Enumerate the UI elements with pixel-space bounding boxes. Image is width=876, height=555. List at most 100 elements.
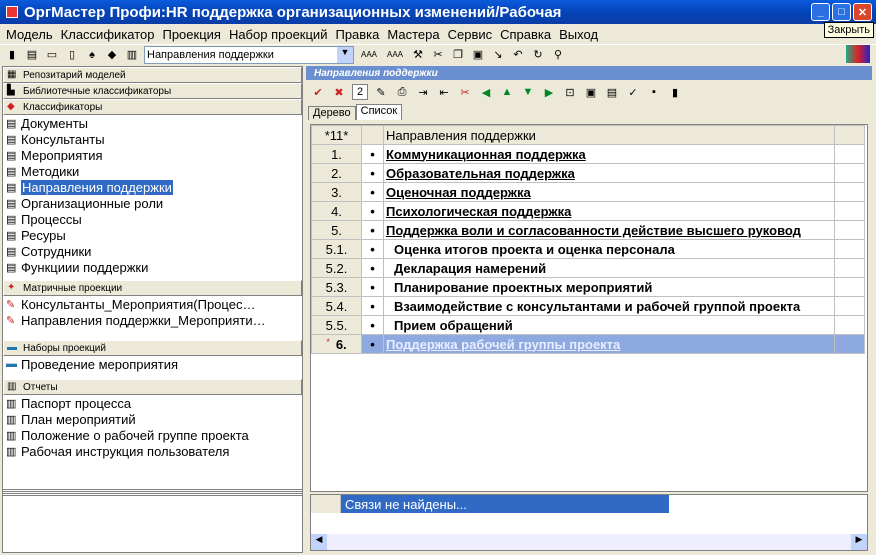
table-row[interactable]: 5.1. • Оценка итогов проекта и оценка перс… [311, 239, 865, 259]
link-icon[interactable]: ↘ [490, 47, 506, 63]
indent-icon[interactable]: ⇥ [415, 84, 431, 100]
menu-projection-set[interactable]: Набор проекций [227, 27, 334, 42]
table-row[interactable]: 4. • Психологическая поддержка [311, 201, 865, 221]
spellcheck-icon[interactable]: ✓ [625, 84, 641, 100]
cut-row-icon[interactable]: ✂ [457, 84, 473, 100]
redo-icon[interactable]: ↻ [530, 47, 546, 63]
classifier-support-functions[interactable]: ▤ Функциии поддержки [3, 259, 302, 275]
classifier-methods[interactable]: ▤ Методики [3, 163, 302, 179]
tree-icon[interactable]: ♠ [84, 47, 100, 63]
print-icon[interactable]: ⎙ [394, 84, 410, 100]
save-icon[interactable]: ▪ [646, 84, 662, 100]
cut-icon[interactable]: ✂ [430, 47, 446, 63]
scroll-right-icon[interactable]: ▶ [851, 534, 867, 550]
menu-model[interactable]: Модель [4, 27, 59, 42]
menu-projection[interactable]: Проекция [160, 27, 226, 42]
reports-icon: ▥ [7, 381, 17, 392]
section-reports[interactable]: ▥ Отчеты [3, 379, 302, 395]
outdent-icon[interactable]: ⇤ [436, 84, 452, 100]
classifier-support-directions[interactable]: ▤ Направления поддержки [3, 179, 302, 195]
matrix-item-icon: ✎ [6, 298, 16, 311]
menu-edit[interactable]: Правка [333, 27, 385, 42]
report-item[interactable]: ▥ План мероприятий [3, 411, 302, 427]
section-projection-sets[interactable]: ▬ Наборы проекций [3, 340, 302, 356]
menu-wizards[interactable]: Мастера [385, 27, 445, 42]
close-button[interactable]: ✕ [853, 3, 872, 21]
scroll-left-icon[interactable]: ◀ [311, 534, 327, 550]
notebook-icon[interactable]: ▮ [4, 47, 20, 63]
projection-set-icon: ▬ [6, 358, 17, 370]
diamond-icon[interactable]: ◆ [104, 47, 120, 63]
page-icon[interactable]: ▯ [64, 47, 80, 63]
table-row[interactable]: 1. • Коммуникационная поддержка [311, 144, 865, 164]
arrow-right-icon[interactable]: ▶ [541, 84, 557, 100]
arrow-up-icon[interactable]: ▲ [499, 84, 515, 100]
arrow-down-icon[interactable]: ▼ [520, 84, 536, 100]
tools-icon[interactable]: ⚒ [410, 47, 426, 63]
section-repository[interactable]: ▦ Репозитарий моделей [3, 67, 302, 83]
report-item[interactable]: ▥ Положение о рабочей группе проекта [3, 427, 302, 443]
report-icon: ▥ [6, 413, 17, 426]
undo-icon[interactable]: ↶ [510, 47, 526, 63]
classifier-org-roles[interactable]: ▤ Организационные роли [3, 195, 302, 211]
delete-icon[interactable]: ✖ [331, 84, 347, 100]
copy-icon[interactable]: ❐ [450, 47, 466, 63]
minimize-button[interactable]: _ [811, 3, 830, 21]
table-row[interactable]: 5. • Поддержка воли и согласованности дейс… [311, 220, 865, 240]
font-increase-icon[interactable]: AAA [358, 47, 380, 63]
pages-icon[interactable]: ▥ [124, 47, 140, 63]
matrix-item[interactable]: ✎ Направления поддержки_Мероприяти… [3, 312, 302, 328]
report-item[interactable]: ▥ Паспорт процесса [3, 395, 302, 411]
classifier-combo[interactable]: Направления поддержки ▼ [144, 45, 354, 64]
preview-icon[interactable]: ⊡ [562, 84, 578, 100]
window-icon[interactable]: ▤ [24, 47, 40, 63]
classifier-processes[interactable]: ▤ Процессы [3, 211, 302, 227]
notebook-icon[interactable]: ▮ [667, 84, 683, 100]
table-row[interactable]: 2. • Образовательная поддержка [311, 163, 865, 183]
section-matrix[interactable]: ✦ Матричные проекции [3, 280, 302, 296]
table-row[interactable]: 5.3. • Планирование проектных мероприятий [311, 277, 865, 297]
report-item[interactable]: ▥ Рабочая инструкция пользователя [3, 443, 302, 459]
folder-icon[interactable]: ▭ [44, 47, 60, 63]
document-icon: ▤ [6, 181, 17, 194]
projection-set-item[interactable]: ▬ Проведение мероприятия [3, 356, 302, 372]
classifier-resources[interactable]: ▤ Ресуры [3, 227, 302, 243]
horizontal-scrollbar[interactable]: ◀ ▶ [311, 534, 867, 550]
tab-list[interactable]: Список [355, 104, 403, 120]
menu-classifier[interactable]: Классификатор [59, 27, 161, 42]
menu-help[interactable]: Справка [498, 27, 557, 42]
document-icon: ▤ [6, 229, 17, 242]
tab-tree[interactable]: Дерево [308, 106, 356, 120]
check-icon[interactable]: ✔ [310, 84, 326, 100]
matrix-item[interactable]: ✎ Консультанты_Мероприятия(Процес… [3, 296, 302, 312]
classifier-documents[interactable]: ▤ Документы [3, 115, 302, 131]
zoom-level[interactable]: 2 [352, 84, 368, 100]
export-icon[interactable]: ▣ [583, 84, 599, 100]
menu-exit[interactable]: Выход [557, 27, 604, 42]
window-title: ОргМастер Профи:HR поддержка организацио… [24, 3, 562, 21]
paste-icon[interactable]: ▣ [470, 47, 486, 63]
classifier-events[interactable]: ▤ Мероприятия [3, 147, 302, 163]
column-header[interactable]: Направления поддержки [383, 125, 835, 145]
model-navigator: ▦ Репозитарий моделей ▙ Библиотечные класс… [2, 66, 303, 553]
table-row[interactable]: 5.4. • Взаимодействие с консультантами и р… [311, 296, 865, 316]
chevron-down-icon[interactable]: ▼ [337, 46, 353, 63]
section-library[interactable]: ▙ Библиотечные классификаторы [3, 83, 302, 99]
table-row[interactable]: 5.2. • Декларация намерений [311, 258, 865, 278]
table-row[interactable]: 5.5. • Прием обращений [311, 315, 865, 335]
binoculars-icon[interactable]: ⚲ [550, 47, 566, 63]
arrow-left-icon[interactable]: ◀ [478, 84, 494, 100]
maximize-button[interactable]: □ [832, 3, 851, 21]
import-icon[interactable]: ▤ [604, 84, 620, 100]
edit-icon[interactable]: ✎ [373, 84, 389, 100]
table-row[interactable]: 3. • Оценочная поддержка [311, 182, 865, 202]
classifier-grid[interactable]: *11* Направления поддержки 1. • Коммуникац… [310, 124, 868, 492]
classifier-consultants[interactable]: ▤ Консультанты [3, 131, 302, 147]
view-tabs: Дерево Список [306, 104, 872, 120]
section-classifiers[interactable]: ◆ Классификаторы [3, 99, 302, 115]
table-row-selected[interactable]: * 6. • Поддержка рабочей группы проекта [311, 334, 865, 354]
classifier-employees[interactable]: ▤ Сотрудники [3, 243, 302, 259]
menu-service[interactable]: Сервис [446, 27, 499, 42]
font-decrease-icon[interactable]: AAA [384, 47, 406, 63]
row-count-header: *11* [311, 125, 362, 145]
